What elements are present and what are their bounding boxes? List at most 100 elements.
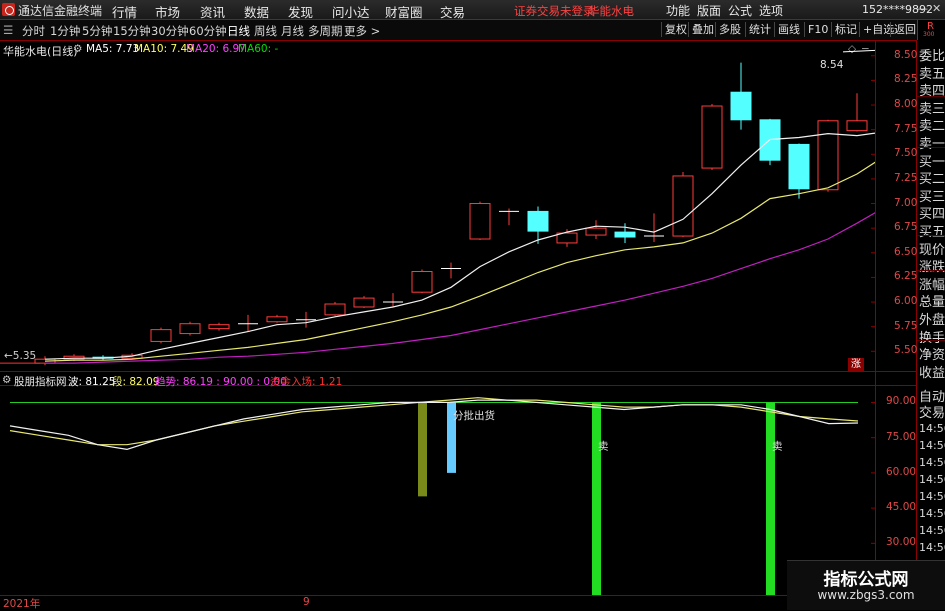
toolbar-multi-stock[interactable]: 多股	[715, 22, 741, 37]
signal-annotation: 分批出货	[453, 409, 495, 422]
side-panel-item[interactable]: 买三	[919, 186, 945, 205]
toolbar-add-watchlist[interactable]: +自选	[859, 22, 894, 37]
menu-item-layout[interactable]: 版面	[697, 2, 721, 19]
side-panel-item[interactable]: 现价	[919, 239, 945, 258]
candle-body-up	[817, 120, 839, 191]
side-panel-action[interactable]: 交易	[919, 402, 945, 421]
side-panel-separator	[917, 147, 945, 148]
chart-frame-split	[0, 371, 917, 372]
period-1min[interactable]: 1分钟	[50, 23, 80, 39]
side-panel-item[interactable]: 收益	[919, 362, 945, 381]
side-panel-time: 14:56	[919, 541, 945, 554]
side-panel-item[interactable]: 卖二	[919, 115, 945, 134]
minimize-icon[interactable]: —	[917, 2, 928, 15]
current-stock-name: 华能水电	[588, 4, 634, 18]
price-axis-label: 7.00	[894, 196, 918, 209]
price-axis-label: 7.25	[894, 171, 918, 184]
toolbar-restore-rights[interactable]: 复权	[661, 22, 687, 37]
candle-body-up	[353, 297, 375, 308]
watermark: 指标公式网 www.zbgs3.com	[787, 560, 945, 610]
x-axis-month-label: 9	[303, 596, 310, 608]
side-panel-item[interactable]: 委比	[919, 45, 945, 64]
menu-item-formula[interactable]: 公式	[728, 2, 752, 19]
candle-body-down	[527, 210, 549, 232]
toolbar-f10[interactable]: F10	[804, 22, 828, 37]
indicator-axis-label: 60.00	[886, 465, 917, 478]
menu-item-quotes[interactable]: 行情	[112, 2, 137, 21]
candle-body-up	[701, 105, 723, 169]
watermark-url: www.zbgs3.com	[817, 588, 915, 602]
period-daily[interactable]: 日线	[227, 23, 250, 39]
toolbar-draw-line[interactable]: 画线	[774, 22, 800, 37]
menu-item-trade[interactable]: 交易	[440, 2, 465, 21]
menu-item-news[interactable]: 资讯	[200, 2, 225, 21]
price-axis-label: 5.75	[894, 319, 918, 332]
indicator-wave-line	[9, 399, 859, 451]
period-15min[interactable]: 15分钟	[113, 23, 151, 39]
menu-item-data[interactable]: 数据	[244, 2, 269, 21]
chart-menu-icon[interactable]: ☰	[3, 23, 13, 37]
period-30min[interactable]: 30分钟	[151, 23, 189, 39]
indicator-settings-icon[interactable]: ⚙	[2, 374, 11, 386]
indicator-chart[interactable]: 分批出货卖 卖	[0, 386, 875, 595]
period-toolbar: ☰ 分时 1分钟 5分钟 15分钟 30分钟 60分钟 日线 周线 月线 多周期…	[0, 20, 945, 41]
signal-annotation: 卖	[772, 440, 783, 452]
toolbar-overlay[interactable]: 叠加	[688, 22, 714, 37]
side-panel-time: 14:56	[919, 507, 945, 520]
period-intraday[interactable]: 分时	[22, 23, 45, 39]
period-60min[interactable]: 60分钟	[189, 23, 227, 39]
side-panel-time: 14:56	[919, 490, 945, 503]
toolbar-statistics[interactable]: 统计	[745, 22, 771, 37]
period-multi[interactable]: 多周期	[308, 23, 343, 39]
candle-body-up	[208, 324, 230, 330]
side-panel-separator	[917, 340, 945, 341]
side-panel-item[interactable]: 买二	[919, 168, 945, 187]
signal-annotation: 卖	[598, 440, 609, 452]
price-axis-label: 6.50	[894, 245, 918, 258]
menu-item-market[interactable]: 市场	[155, 2, 180, 21]
toolbar-back[interactable]: 返回	[890, 22, 916, 37]
signal-bar	[766, 402, 775, 595]
side-panel-item[interactable]: 买一	[919, 151, 945, 170]
indicator-axis-label: 30.00	[886, 536, 917, 549]
toolbar-mark[interactable]: 标记	[831, 22, 857, 37]
side-panel-item[interactable]: 外盘	[919, 309, 945, 328]
side-panel-time: 14:56	[919, 439, 945, 452]
price-axis-label: 6.00	[894, 295, 918, 308]
side-panel-separator	[917, 235, 945, 236]
indicator-axis-label: 90.00	[886, 395, 917, 408]
candle-body-up	[324, 303, 346, 316]
period-monthly[interactable]: 月线	[281, 23, 304, 39]
rise-badge[interactable]: 涨	[848, 358, 864, 371]
side-panel-item[interactable]: 涨跌	[919, 256, 945, 275]
menu-item-ask[interactable]: 问小达	[332, 2, 370, 21]
indicator-axis-label: 45.00	[886, 501, 917, 514]
side-panel-item[interactable]: 卖一	[919, 133, 945, 152]
price-axis-label: 5.50	[894, 344, 918, 357]
menu-item-functions[interactable]: 功能	[666, 2, 690, 19]
trade-login-warning[interactable]: 证券交易未登录	[514, 3, 595, 19]
side-panel-item[interactable]: 卖五	[919, 63, 945, 82]
side-panel-item[interactable]: 卖三	[919, 98, 945, 117]
side-panel-separator	[917, 96, 945, 97]
side-panel-time: 14:56	[919, 456, 945, 469]
period-more[interactable]: 更多 >	[344, 23, 380, 39]
menu-item-wealth[interactable]: 财富圈	[385, 2, 423, 21]
price-axis-label: 6.75	[894, 221, 918, 234]
side-panel-item[interactable]: 买四	[919, 203, 945, 222]
side-panel-item[interactable]: 买五	[919, 221, 945, 240]
side-panel-time: 14:56	[919, 473, 945, 486]
period-weekly[interactable]: 周线	[254, 23, 277, 39]
menu-item-options[interactable]: 选项	[759, 2, 783, 19]
side-panel-item[interactable]: 净资	[919, 344, 945, 363]
period-5min[interactable]: 5分钟	[82, 23, 112, 39]
kline-chart[interactable]	[0, 41, 875, 371]
side-panel-item[interactable]: 涨幅	[919, 274, 945, 293]
side-panel-item[interactable]: 换手	[919, 327, 945, 346]
price-axis-label: 8.50	[894, 48, 918, 61]
menu-item-discover[interactable]: 发现	[288, 2, 313, 21]
close-icon[interactable]: ✕	[932, 2, 941, 15]
candle-body-up	[150, 329, 172, 342]
candle-body-up	[411, 271, 433, 293]
side-panel-item[interactable]: 总量	[919, 291, 945, 310]
